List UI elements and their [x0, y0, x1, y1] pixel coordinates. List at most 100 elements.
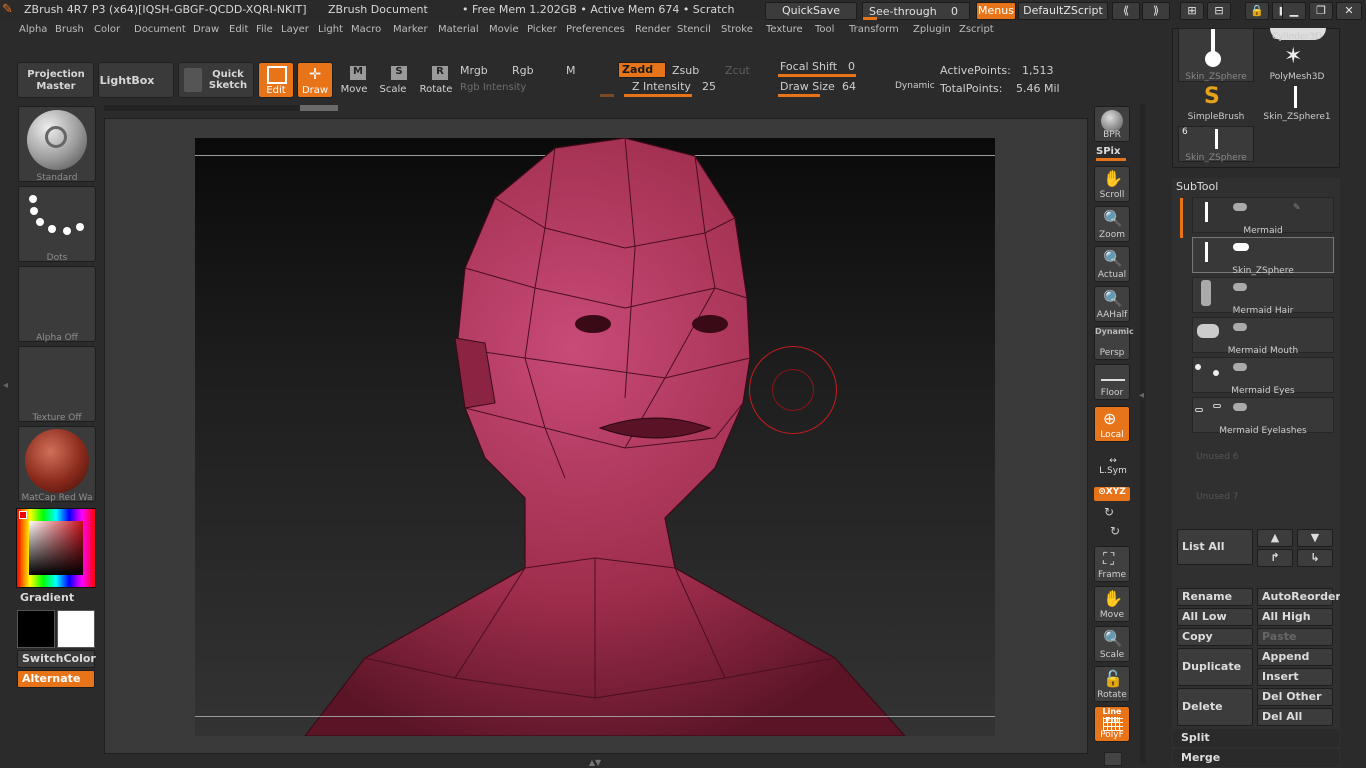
maximize-icon[interactable]: ❐: [1309, 2, 1333, 20]
stroke-button[interactable]: [18, 186, 96, 262]
menu-alpha[interactable]: Alpha: [19, 24, 47, 35]
lock-icon[interactable]: 🔒: [1245, 2, 1269, 20]
polymesh3d-star-icon[interactable]: ✶: [1284, 44, 1302, 69]
rgb-intensity-slider[interactable]: Rgb Intensity: [460, 82, 526, 93]
z-intensity-slider[interactable]: Z Intensity 25: [624, 80, 770, 98]
scale-button[interactable]: S Scale: [376, 62, 410, 98]
draw-size-slider[interactable]: Draw Size 64 Dynamic: [778, 80, 935, 98]
right-panel-scroll[interactable]: [1340, 28, 1366, 768]
merge-section[interactable]: Merge: [1173, 749, 1339, 767]
draw-button[interactable]: ✛ Draw: [297, 62, 333, 98]
menu-picker[interactable]: Picker: [527, 24, 557, 35]
aahalf-button[interactable]: 🔍 AAHalf: [1094, 286, 1130, 322]
transp-icon[interactable]: [1104, 752, 1122, 766]
canvas-move-button[interactable]: ✋ Move: [1094, 586, 1130, 622]
material-button[interactable]: [18, 426, 96, 502]
menu-brush[interactable]: Brush: [55, 24, 84, 35]
menu-stencil[interactable]: Stencil: [677, 24, 711, 35]
simplebrush-icon[interactable]: S: [1204, 84, 1220, 109]
left-tray-handle[interactable]: [0, 104, 12, 764]
visibility-icon[interactable]: [1233, 203, 1247, 211]
tray-collapse-icon[interactable]: ◂: [1139, 390, 1144, 401]
menu-tool[interactable]: Tool: [815, 24, 834, 35]
menu-light[interactable]: Light: [318, 24, 343, 35]
move-to-bottom-icon[interactable]: ↳: [1297, 549, 1333, 567]
move-down-icon[interactable]: ▼: [1297, 529, 1333, 547]
menu-zplugin[interactable]: Zplugin: [913, 24, 951, 35]
switchcolor-button[interactable]: SwitchColor: [17, 650, 96, 668]
del-all-button[interactable]: Del All: [1257, 708, 1333, 726]
rotate-z-icon[interactable]: ↻: [1110, 524, 1120, 538]
menu-file[interactable]: File: [256, 24, 273, 35]
frame-button[interactable]: ⛶ Frame: [1094, 546, 1130, 582]
brush-button[interactable]: [18, 106, 96, 182]
layout-icon[interactable]: ⊞: [1180, 2, 1204, 20]
document-canvas[interactable]: [195, 138, 995, 736]
focal-shift-slider[interactable]: Focal Shift 0: [778, 60, 932, 78]
menus-button[interactable]: Menus: [976, 2, 1016, 20]
autoreorder-button[interactable]: AutoReorder: [1257, 588, 1341, 606]
menu-movie[interactable]: Movie: [489, 24, 519, 35]
scroll-right-icon[interactable]: ⟫: [1142, 2, 1170, 20]
menu-document[interactable]: Document: [134, 24, 186, 35]
visibility-icon[interactable]: [1233, 403, 1247, 411]
secondary-color-swatch[interactable]: [57, 610, 95, 648]
quicksave-button[interactable]: QuickSave: [765, 2, 857, 20]
xyz-button[interactable]: ⊙XYZ: [1094, 487, 1130, 501]
minimize-icon[interactable]: ▁: [1282, 2, 1306, 20]
copy-button[interactable]: Copy: [1177, 628, 1253, 646]
scroll-left-icon[interactable]: ⟪: [1112, 2, 1140, 20]
edit-button[interactable]: Edit: [258, 62, 294, 98]
menu-zscript[interactable]: Zscript: [959, 24, 994, 35]
insert-button[interactable]: Insert: [1257, 668, 1333, 686]
zbrush-logo-icon[interactable]: ✎: [2, 1, 13, 19]
tray-scroll-thumb[interactable]: [300, 105, 338, 111]
canvas-scale-button[interactable]: 🔍 Scale: [1094, 626, 1130, 662]
duplicate-button[interactable]: Duplicate: [1177, 648, 1253, 686]
gradient-label[interactable]: Gradient: [20, 591, 74, 604]
persp-button[interactable]: Dynamic Persp: [1094, 326, 1134, 360]
alpha-button[interactable]: [18, 266, 96, 342]
menu-preferences[interactable]: Preferences: [566, 24, 625, 35]
move-to-top-icon[interactable]: ↱: [1257, 549, 1293, 567]
brush-visibility-icon[interactable]: ✎: [1293, 203, 1301, 213]
mrgb-button[interactable]: Mrgb: [460, 64, 488, 77]
polyf-button[interactable]: Line Fill PolyF: [1094, 706, 1130, 742]
delete-button[interactable]: Delete: [1177, 688, 1253, 726]
paste-button[interactable]: Paste: [1257, 628, 1333, 646]
floor-button[interactable]: Floor: [1094, 364, 1130, 400]
local-button[interactable]: ⊕ Local: [1094, 406, 1130, 442]
canvas-rotate-button[interactable]: 🔓 Rotate: [1094, 666, 1130, 702]
menu-stroke[interactable]: Stroke: [721, 24, 753, 35]
append-button[interactable]: Append: [1257, 648, 1333, 666]
menu-edit[interactable]: Edit: [229, 24, 248, 35]
spix-slider[interactable]: SPix: [1096, 146, 1130, 157]
visibility-icon[interactable]: [1233, 243, 1249, 251]
rename-button[interactable]: Rename: [1177, 588, 1253, 606]
all-high-button[interactable]: All High: [1257, 608, 1333, 626]
main-color-swatch[interactable]: [17, 610, 55, 648]
actual-button[interactable]: 🔍 Actual: [1094, 246, 1130, 282]
alternate-button[interactable]: Alternate: [17, 670, 95, 688]
skin-zsphere1-icon[interactable]: [1294, 86, 1297, 108]
move-button[interactable]: M Move: [337, 62, 371, 98]
split-section[interactable]: Split: [1173, 729, 1339, 747]
visibility-icon[interactable]: [1233, 323, 1247, 331]
menu-marker[interactable]: Marker: [393, 24, 428, 35]
lsym-button[interactable]: ↔ L.Sym: [1096, 456, 1130, 478]
subtool-header[interactable]: SubTool: [1176, 180, 1336, 193]
move-up-icon[interactable]: ▲: [1257, 529, 1293, 547]
quick-sketch-button[interactable]: Quick Sketch: [178, 62, 254, 98]
list-all-button[interactable]: List All: [1177, 529, 1253, 565]
rotate-y-icon[interactable]: ↻: [1104, 505, 1114, 519]
all-low-button[interactable]: All Low: [1177, 608, 1253, 626]
dynamic-toggle[interactable]: Dynamic: [895, 81, 935, 91]
zcut-button[interactable]: Zcut: [725, 64, 750, 77]
tray-scroll[interactable]: [104, 105, 338, 111]
see-through-slider[interactable]: See-through 0: [862, 2, 970, 20]
menu-render[interactable]: Render: [635, 24, 671, 35]
head-model[interactable]: [195, 138, 995, 736]
menu-macro[interactable]: Macro: [351, 24, 381, 35]
defaultzscript-button[interactable]: DefaultZScript: [1018, 2, 1108, 20]
menu-draw[interactable]: Draw: [193, 24, 219, 35]
